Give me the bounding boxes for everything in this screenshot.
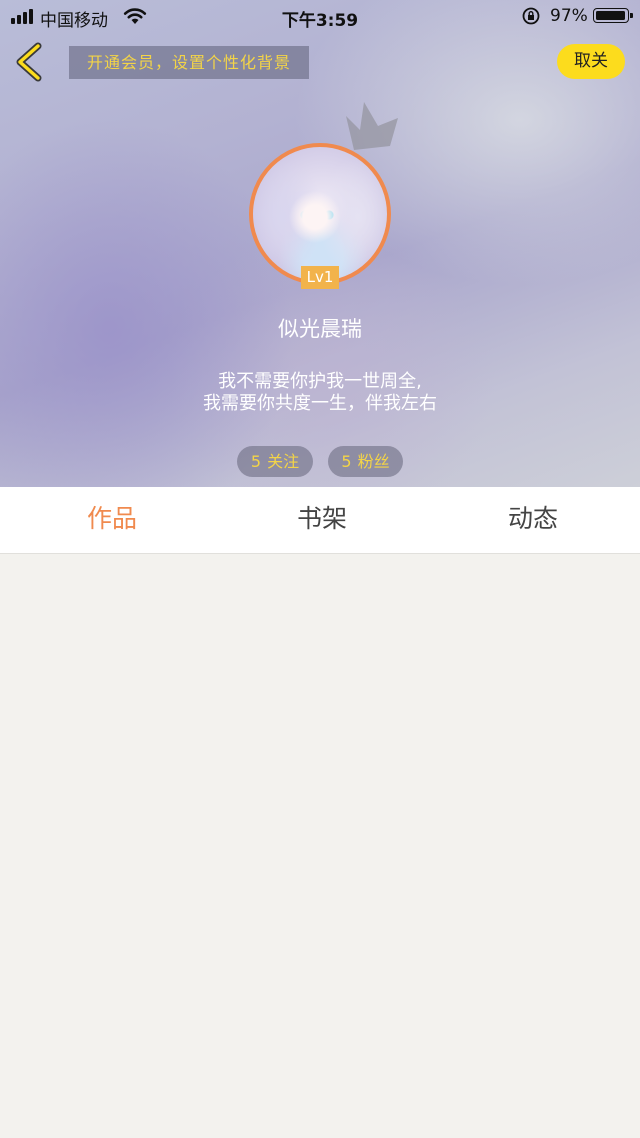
- status-bar: 中国移动 下午3:59 97%: [0, 0, 640, 34]
- bio-line: 我需要你共度一生，伴我左右: [203, 393, 437, 414]
- unfollow-button[interactable]: 取关: [557, 44, 625, 79]
- bio-line: 我不需要你护我一世周全,: [218, 371, 422, 392]
- vip-background-banner[interactable]: 开通会员，设置个性化背景: [69, 46, 309, 79]
- username: 似光晨瑞: [278, 317, 362, 341]
- following-count-button[interactable]: 5 关注: [237, 446, 313, 477]
- profile-header: 中国移动 下午3:59 97% 开通会员，设置个性化背景 取关 Lv1 似光晨瑞: [0, 0, 640, 487]
- rotation-lock-icon: [522, 7, 540, 25]
- tab-works[interactable]: 作品: [42, 487, 182, 553]
- fans-count: 5: [341, 452, 352, 471]
- user-bio: 我不需要你护我一世周全, 我需要你共度一生，伴我左右: [0, 371, 640, 415]
- tab-activity[interactable]: 动态: [463, 487, 603, 553]
- following-label: 关注: [267, 452, 300, 471]
- tab-content-area: [0, 554, 640, 1138]
- battery-percent: 97%: [550, 6, 588, 26]
- battery-icon: [593, 8, 633, 23]
- following-count: 5: [250, 452, 262, 471]
- back-button[interactable]: [10, 40, 50, 84]
- level-badge: Lv1: [301, 266, 339, 289]
- tab-bookshelf[interactable]: 书架: [252, 487, 392, 553]
- profile-tabs: 作品 书架 动态: [0, 487, 640, 554]
- clock: 下午3:59: [281, 11, 359, 31]
- fans-label: 粉丝: [357, 452, 390, 471]
- fans-count-button[interactable]: 5 粉丝: [328, 446, 403, 477]
- avatar[interactable]: [249, 143, 391, 285]
- chevron-left-icon: [16, 42, 42, 82]
